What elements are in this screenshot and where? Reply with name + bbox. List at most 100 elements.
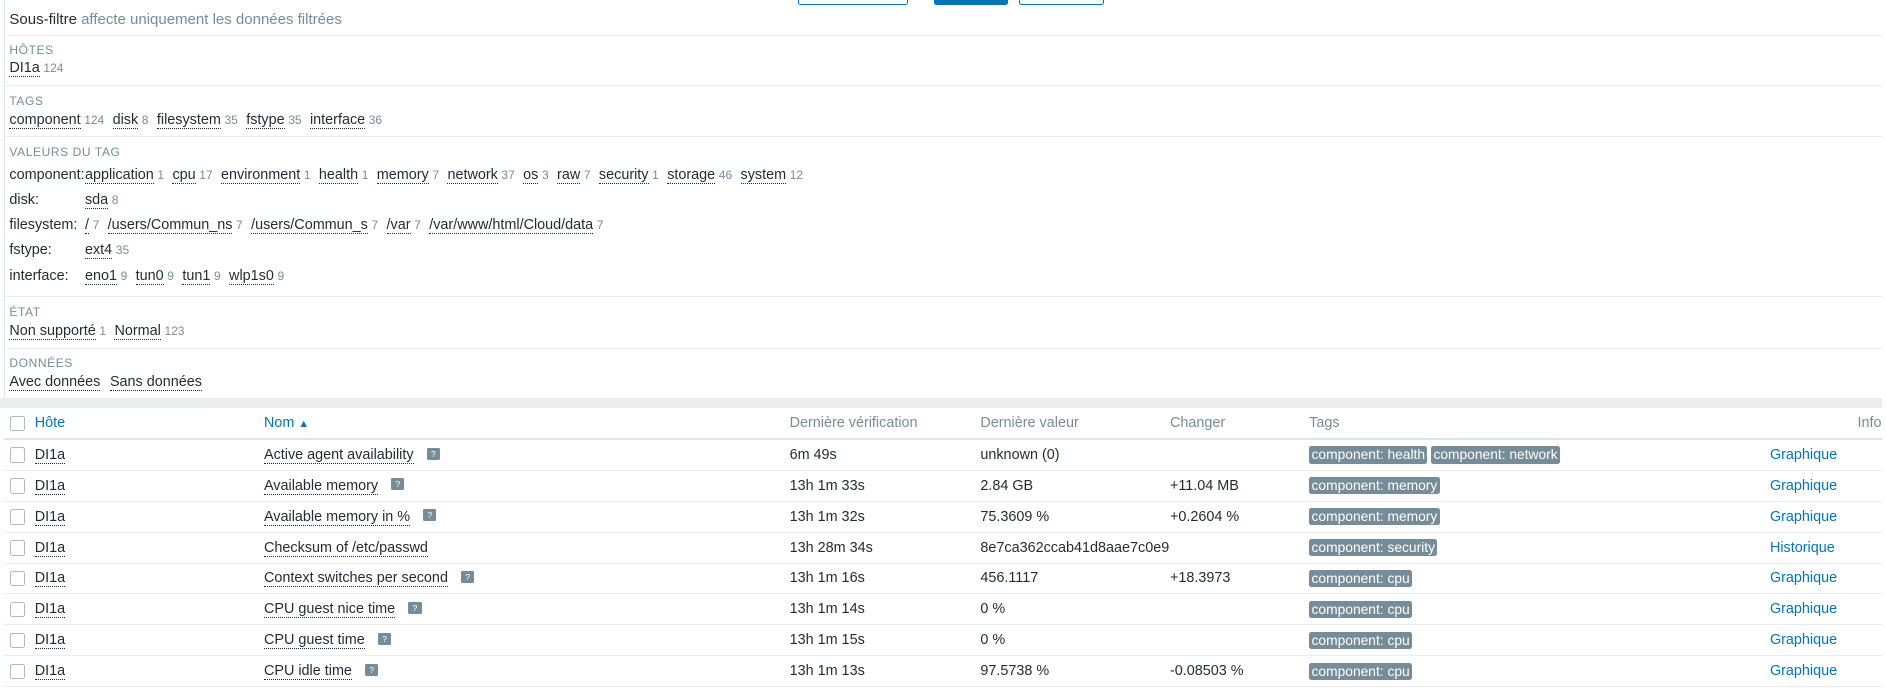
change: [1169, 593, 1310, 626]
table-row: DI1a CPU idle time? 13h 1m 13s 97.5738 % -0.…: [3, 655, 1882, 688]
subfilter-item[interactable]: eno1: [84, 267, 117, 285]
separator-band: [0, 398, 1882, 408]
item-name-link[interactable]: Available memory in %: [263, 508, 411, 526]
subfilter-item[interactable]: /: [84, 217, 89, 235]
graph-link[interactable]: Graphique: [1770, 632, 1837, 648]
subfilter-item[interactable]: tun0: [135, 267, 164, 285]
row-checkbox[interactable]: [9, 663, 26, 680]
tag-badge[interactable]: component: cpu: [1309, 662, 1413, 681]
graph-link[interactable]: Graphique: [1770, 509, 1837, 525]
subfilter-count: 7: [371, 218, 379, 233]
item-name-link[interactable]: CPU guest nice time: [263, 601, 396, 619]
row-checkbox[interactable]: [9, 508, 26, 525]
subfilter-item[interactable]: raw: [557, 166, 581, 184]
help-icon[interactable]: ?: [377, 632, 392, 645]
subfilter-item[interactable]: application: [84, 166, 154, 184]
subfilter-item[interactable]: storage: [667, 166, 716, 184]
help-icon[interactable]: ?: [461, 571, 475, 584]
graph-link[interactable]: Graphique: [1770, 447, 1837, 463]
tag-badge[interactable]: component: health: [1309, 446, 1428, 464]
subfilter-count: 9: [277, 268, 285, 283]
subfilter-item[interactable]: sda: [84, 192, 109, 209]
change: -0.08503 %: [1169, 655, 1310, 688]
tag-badge[interactable]: component: memory: [1309, 507, 1440, 526]
tag-badge[interactable]: component: network: [1431, 446, 1561, 464]
graph-link[interactable]: Historique: [1770, 540, 1835, 556]
row-checkbox[interactable]: [9, 632, 26, 649]
host-link[interactable]: DI1a: [34, 663, 66, 681]
item-name-link[interactable]: Available memory: [263, 477, 379, 495]
last-check: 13h 1m 16s: [789, 563, 981, 595]
subfilter-item[interactable]: interface: [309, 111, 366, 129]
graph-link[interactable]: Graphique: [1770, 663, 1837, 679]
subfilter-item[interactable]: health: [318, 166, 359, 184]
graph-link[interactable]: Graphique: [1770, 570, 1837, 586]
subfilter-item[interactable]: Avec données: [9, 374, 101, 392]
tag-badge[interactable]: component: security: [1309, 538, 1438, 557]
host-link[interactable]: DI1a: [34, 601, 66, 619]
change: +18.3973: [1169, 563, 1310, 595]
row-checkbox[interactable]: [9, 601, 26, 618]
subfilter-item[interactable]: memory: [376, 166, 429, 184]
subfilter-count: 1: [99, 323, 107, 338]
subfilter-item[interactable]: Sans données: [109, 374, 202, 392]
item-name-link[interactable]: Context switches per second: [263, 570, 448, 588]
header-host[interactable]: Hôte: [34, 408, 264, 441]
subfilter-count: 1: [361, 167, 369, 182]
subfilter-item[interactable]: /users/Commun_s: [251, 217, 368, 235]
change: [1169, 532, 1310, 564]
host-link[interactable]: DI1a: [34, 446, 66, 464]
subfilter-item[interactable]: /users/Commun_ns: [107, 217, 233, 235]
subfilter-item[interactable]: security: [598, 166, 649, 184]
help-icon[interactable]: ?: [391, 478, 405, 491]
subfilter-item[interactable]: ext4: [84, 242, 113, 260]
subfilter-item[interactable]: filesystem: [156, 111, 221, 129]
row-checkbox[interactable]: [9, 570, 26, 587]
tag-value-row: interface: eno1 9 tun0 9 tun1 9 wlp1s0 9: [9, 267, 292, 285]
item-name-link[interactable]: CPU idle time: [263, 663, 352, 681]
item-name-link[interactable]: Checksum of /etc/passwd: [263, 539, 428, 557]
subfilter-item[interactable]: /var/www/html/Cloud/data: [429, 217, 594, 235]
last-value: 0 %: [980, 624, 1170, 657]
subfilter-item[interactable]: system: [740, 166, 787, 184]
tag-badge[interactable]: component: cpu: [1309, 569, 1413, 588]
subfilter-item[interactable]: tun1: [182, 267, 211, 285]
host-link[interactable]: DI1a: [34, 632, 66, 650]
item-name-link[interactable]: Active agent availability: [263, 446, 414, 464]
header-change: Changer: [1169, 408, 1310, 441]
tag-badge[interactable]: component: cpu: [1309, 631, 1413, 650]
select-all-checkbox[interactable]: [9, 415, 26, 432]
help-icon[interactable]: ?: [408, 602, 422, 615]
subfilter-item[interactable]: disk: [112, 111, 139, 129]
graph-link[interactable]: Graphique: [1770, 478, 1837, 494]
host-link[interactable]: DI1a: [34, 508, 66, 526]
help-icon[interactable]: ?: [423, 509, 437, 522]
subfilter-item[interactable]: /var: [386, 217, 411, 235]
item-name-link[interactable]: CPU guest time: [263, 632, 365, 650]
graph-link[interactable]: Graphique: [1770, 601, 1837, 617]
row-checkbox[interactable]: [9, 478, 26, 494]
subfilter-item[interactable]: os: [523, 166, 539, 184]
subfilter-item[interactable]: cpu: [172, 166, 196, 184]
subfilter-item[interactable]: DI1a: [9, 60, 40, 77]
subfilter-item[interactable]: component: [9, 111, 81, 129]
row-checkbox[interactable]: [9, 539, 26, 556]
subfilter-item[interactable]: wlp1s0: [229, 267, 274, 285]
header-name[interactable]: Nom ▲: [263, 408, 790, 441]
host-link[interactable]: DI1a: [34, 539, 66, 557]
help-icon[interactable]: ?: [365, 663, 379, 676]
row-checkbox[interactable]: [9, 447, 26, 463]
subfilter-item[interactable]: network: [447, 166, 498, 184]
subfilter-item[interactable]: Non supporté: [9, 322, 96, 340]
subfilter-item[interactable]: Normal: [114, 322, 161, 340]
subfilter-count: 8: [141, 112, 149, 127]
last-check: 13h 1m 14s: [789, 593, 981, 626]
help-icon[interactable]: ?: [426, 447, 440, 460]
subfilter-count: 46: [718, 167, 733, 182]
host-link[interactable]: DI1a: [34, 477, 66, 495]
subfilter-item[interactable]: environment: [221, 166, 301, 184]
tag-badge[interactable]: component: cpu: [1309, 600, 1413, 619]
host-link[interactable]: DI1a: [34, 570, 66, 588]
subfilter-item[interactable]: fstype: [246, 111, 285, 129]
tag-badge[interactable]: component: memory: [1309, 476, 1440, 495]
